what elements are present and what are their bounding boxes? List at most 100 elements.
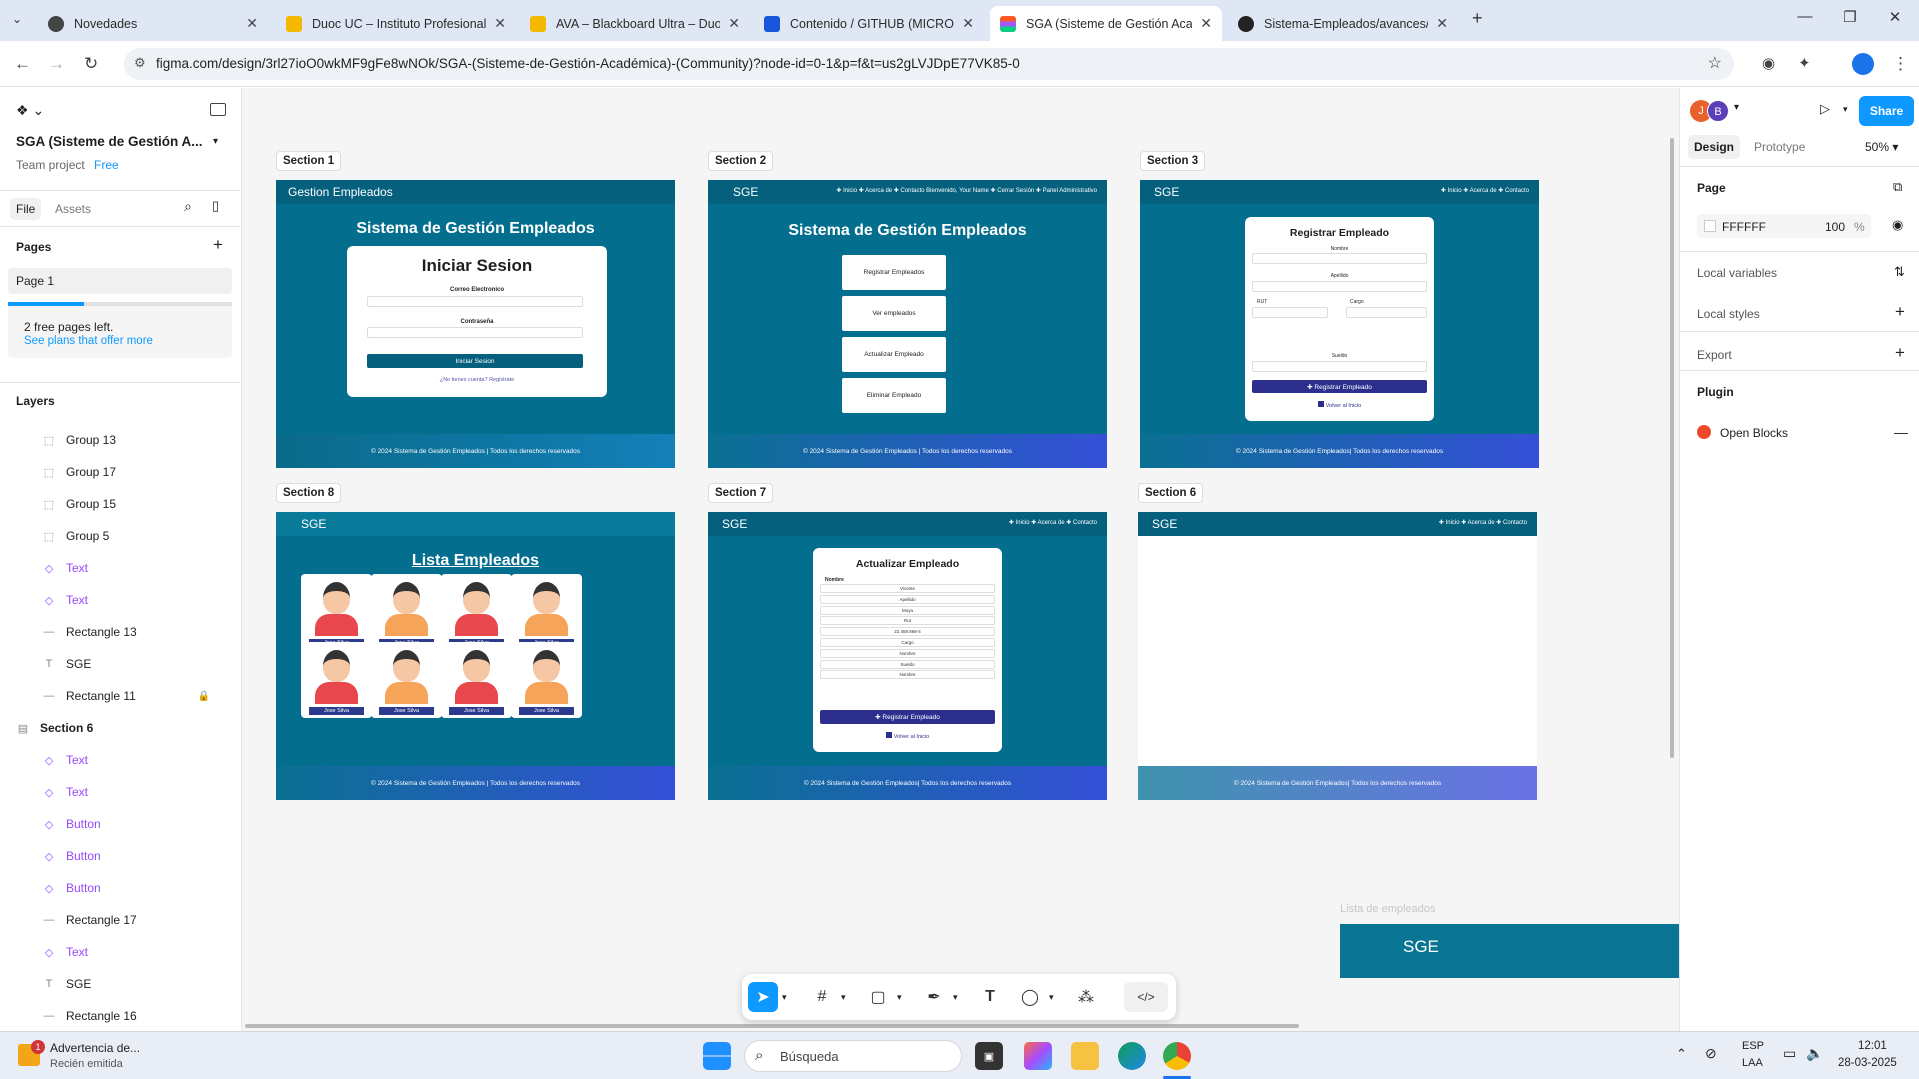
minimize-button[interactable]: — [1785, 8, 1825, 25]
layer-item[interactable]: — Rectangle 16 [0, 1000, 240, 1032]
update-field[interactable]: Cargo [820, 638, 995, 647]
layer-item[interactable]: ▤ Section 6 [0, 712, 240, 744]
page-color-field[interactable]: FFFFFF 100 % [1697, 214, 1871, 238]
chevron-down-icon[interactable]: ▾ [1734, 102, 1739, 113]
employee-card[interactable]: Jose Silva [301, 642, 372, 718]
tab-file[interactable]: File [10, 198, 42, 220]
network-off-icon[interactable]: ⊘ [1705, 1045, 1717, 1062]
tab-design[interactable]: Design [1688, 135, 1741, 159]
horizontal-scrollbar[interactable] [245, 1024, 1299, 1028]
nav-links[interactable]: ✚ Inicio ✚ Acerca de ✚ Contacto [1009, 519, 1097, 526]
section-6-label[interactable]: Section 6 [1138, 483, 1204, 503]
tab-search-chevron-icon[interactable]: ⌄ [12, 12, 22, 26]
chevron-down-icon[interactable]: ▾ [782, 992, 787, 1003]
chevron-down-icon[interactable]: ▾ [841, 992, 846, 1003]
layer-item[interactable]: ⬚ Group 13 [0, 424, 240, 456]
chevron-down-icon[interactable]: ▾ [1843, 104, 1848, 115]
layer-item[interactable]: — Rectangle 11 🔒 [0, 680, 240, 712]
see-plans-link[interactable]: See plans that offer more [24, 335, 153, 347]
cargo-field[interactable] [1346, 307, 1427, 318]
section-3-label[interactable]: Section 3 [1140, 151, 1206, 171]
nombre-field[interactable] [1252, 253, 1427, 264]
notification-title[interactable]: Advertencia de... [50, 1041, 140, 1055]
back-home-link[interactable]: Volver al Inicio [1245, 401, 1434, 409]
employee-card[interactable]: Jose Silva [511, 642, 582, 718]
add-style-button[interactable]: + [1895, 302, 1905, 322]
edge-icon[interactable] [1118, 1042, 1146, 1070]
rectangle-tool-icon[interactable]: ▢ [863, 982, 893, 1012]
section-3-frame[interactable]: SGE ✚ Inicio ✚ Acerca de ✚ Contacto Regi… [1140, 180, 1539, 468]
close-icon[interactable]: ✕ [1436, 15, 1448, 32]
task-view-icon[interactable]: ▣ [975, 1042, 1003, 1070]
employee-card[interactable]: Jose Silva [441, 574, 512, 650]
url-text[interactable]: figma.com/design/3rl27ioO0wkMF9gFe8wNOk/… [156, 56, 1020, 71]
update-field[interactable]: Vicente [820, 584, 995, 593]
plan-badge[interactable]: Free [94, 158, 119, 172]
tab-assets[interactable]: Assets [55, 202, 91, 216]
login-button[interactable]: Iniciar Sesion [367, 354, 583, 368]
project-title[interactable]: SGA (Sisteme de Gestión A... [16, 134, 203, 149]
display-icon[interactable]: ▭ [1783, 1045, 1796, 1062]
figma-menu-icon[interactable]: ❖ ⌄ [16, 102, 44, 119]
page-item-page1[interactable]: Page 1 [8, 268, 232, 294]
update-field[interactable]: Rut [820, 616, 995, 626]
close-icon[interactable]: ✕ [728, 15, 740, 32]
chevron-down-icon[interactable]: ▾ [1049, 992, 1054, 1003]
restore-button[interactable]: ❐ [1830, 8, 1870, 26]
volume-icon[interactable]: 🔈 [1806, 1045, 1823, 1062]
nav-links[interactable]: ✚ Inicio ✚ Acerca de ✚ Contacto [1439, 519, 1527, 526]
employee-card[interactable]: Jose Silva [511, 574, 582, 650]
reload-icon[interactable]: ↻ [84, 54, 98, 74]
chevron-up-icon[interactable]: ⌃ [1676, 1046, 1687, 1062]
email-field[interactable] [367, 296, 583, 307]
layer-item[interactable]: T SGE [0, 968, 240, 1000]
search-icon[interactable]: ⌕ [184, 198, 192, 215]
update-field[interactable]: Moya [820, 605, 995, 615]
section-6-frame[interactable]: SGE ✚ Inicio ✚ Acerca de ✚ Contacto © 20… [1138, 512, 1537, 800]
update-employee-button[interactable]: Actualizar Empleado [842, 337, 946, 372]
password-field[interactable] [367, 327, 583, 338]
sueldo-field[interactable] [1252, 361, 1427, 372]
extension-icon[interactable]: ◉ [1762, 54, 1775, 72]
zoom-control[interactable]: 50% ▾ [1865, 140, 1898, 154]
back-home-link[interactable]: Volver al Inicio [813, 732, 1002, 740]
export-section[interactable]: Export [1697, 348, 1732, 362]
tab-blackboard[interactable]: AVA – Blackboard Ultra – Duoc ✕ [520, 6, 750, 41]
tab-prototype[interactable]: Prototype [1754, 140, 1805, 154]
close-icon[interactable]: ✕ [246, 15, 258, 32]
delete-employee-button[interactable]: Eliminar Empleado [842, 378, 946, 413]
site-settings-icon[interactable]: ⚙ [134, 55, 146, 71]
tab-duoc[interactable]: Duoc UC – Instituto Profesional ✕ [276, 6, 516, 41]
section-1-label[interactable]: Section 1 [276, 151, 342, 171]
puzzle-icon[interactable]: ✦ [1798, 54, 1811, 72]
comment-tool-icon[interactable]: ◯ [1015, 982, 1045, 1012]
update-field[interactable]: Nombre [820, 670, 995, 680]
clock-time[interactable]: 12:01 [1858, 1040, 1887, 1052]
actions-icon[interactable]: ⁂ [1071, 982, 1101, 1012]
employee-card[interactable]: Jose Silva [371, 642, 442, 718]
employee-card[interactable]: Jose Silva [301, 574, 372, 650]
new-tab-button[interactable]: + [1472, 8, 1483, 29]
dev-mode-toggle-icon[interactable]: </> [1124, 982, 1168, 1012]
layer-item[interactable]: ◇ Text [0, 552, 240, 584]
nav-links[interactable]: ✚ Inicio ✚ Acerca de ✚ Contacto [1441, 187, 1529, 194]
layer-item[interactable]: ◇ Text [0, 936, 240, 968]
frame-label[interactable]: Lista de empleados [1340, 903, 1435, 915]
region-label[interactable]: LAA [1742, 1057, 1763, 1069]
tab-figma-sga[interactable]: SGA (Sisteme de Gestión Acad ✕ [990, 6, 1222, 41]
layer-item[interactable]: ⬚ Group 5 [0, 520, 240, 552]
collapse-icon[interactable]: — [1894, 424, 1908, 440]
close-icon[interactable]: ✕ [1200, 15, 1212, 32]
nav-links[interactable]: ✚ Inicio ✚ Acerca de ✚ Contacto Bienveni… [836, 187, 1097, 194]
section-7-frame[interactable]: SGE ✚ Inicio ✚ Acerca de ✚ Contacto Actu… [708, 512, 1107, 800]
frame-tool-icon[interactable]: # [807, 982, 837, 1012]
section-7-label[interactable]: Section 7 [708, 483, 774, 503]
page-color-value[interactable]: FFFFFF [1722, 220, 1766, 234]
present-icon[interactable]: ▷ [1820, 101, 1830, 117]
share-button[interactable]: Share [1859, 96, 1914, 126]
tab-github-empleados[interactable]: Sistema-Empleados/avances/se ✕ [1228, 6, 1458, 41]
window-close-button[interactable]: ✕ [1875, 8, 1915, 26]
chevron-down-icon[interactable]: ▾ [897, 992, 902, 1003]
update-field[interactable]: Apellido [820, 594, 995, 604]
layer-item[interactable]: — Rectangle 13 [0, 616, 240, 648]
